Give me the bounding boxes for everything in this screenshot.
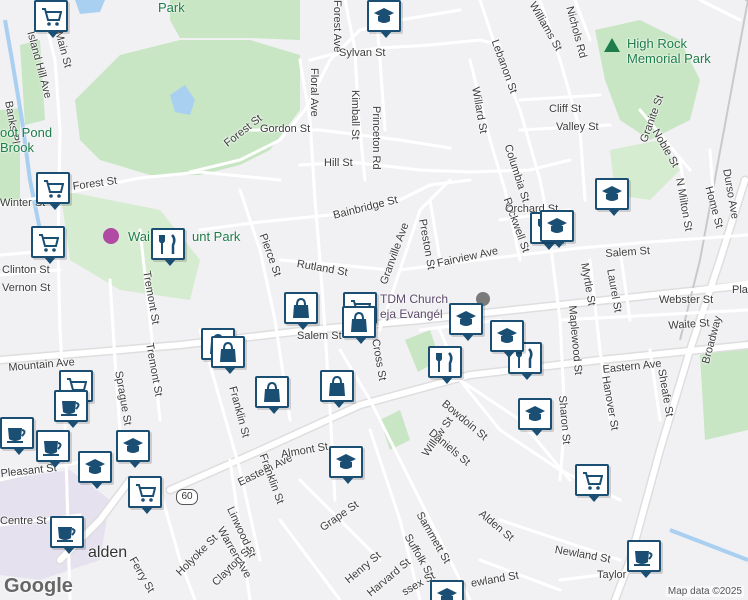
school-icon (497, 328, 517, 343)
park-label: Wai (128, 229, 150, 244)
shopping-bag-icon (293, 297, 309, 318)
street-label: Kimball St (349, 90, 361, 140)
park-label: Park (158, 0, 185, 15)
route-shield: 60 (176, 489, 198, 505)
school-icon (547, 218, 567, 233)
restaurant-icon (436, 352, 453, 372)
shopping-bag-icon (220, 341, 236, 362)
school-marker[interactable] (430, 580, 464, 600)
street-label: Floral Ave (308, 68, 320, 117)
coffee-icon (634, 551, 653, 566)
street-label: Princeton Rd (370, 106, 382, 170)
street-label: Valley St (556, 121, 599, 133)
shopping-bag-marker[interactable] (211, 336, 245, 374)
cart-icon (39, 234, 59, 252)
coffee-marker[interactable] (36, 430, 70, 468)
coffee-icon (61, 401, 80, 416)
cart-marker[interactable] (31, 226, 65, 264)
street-label: Sylvan St (339, 47, 386, 59)
street-label: Pla (732, 284, 748, 296)
camera-icon (103, 228, 119, 244)
park-label: unt Park (192, 229, 241, 244)
shopping-bag-marker[interactable] (284, 292, 318, 330)
street-label: Taylor (597, 569, 627, 581)
park-area (170, 0, 300, 40)
park-label: oot Pond Brook (0, 125, 53, 155)
street-label: Webster St (659, 294, 714, 306)
cart-marker[interactable] (575, 464, 609, 502)
shopping-bag-marker[interactable] (255, 376, 289, 414)
street-label: Vernon St (2, 282, 51, 294)
shopping-bag-icon (329, 375, 345, 396)
school-icon (437, 588, 457, 600)
school-marker[interactable] (595, 178, 629, 216)
school-marker[interactable] (367, 0, 401, 38)
coffee-marker[interactable] (54, 390, 88, 428)
school-icon (336, 454, 356, 469)
school-marker[interactable] (490, 320, 524, 358)
school-icon (525, 406, 545, 421)
place-label: alden (88, 544, 128, 561)
coffee-icon (43, 441, 62, 456)
street-label: Centre St (0, 515, 47, 527)
map-canvas[interactable]: Forest Ave Sylvan St Floral Ave Kimball … (0, 0, 748, 600)
water-body (669, 528, 748, 562)
school-marker[interactable] (449, 303, 483, 341)
coffee-marker[interactable] (0, 417, 34, 455)
poi-label: TDM Church (380, 292, 449, 306)
street-label: Hill St (324, 157, 353, 169)
school-icon (85, 459, 105, 474)
coffee-marker[interactable] (50, 516, 84, 554)
shopping-bag-icon (264, 381, 280, 402)
coffee-marker[interactable] (627, 540, 661, 578)
cart-icon (583, 472, 603, 490)
school-icon (456, 311, 476, 326)
park-label: High Rock Memorial Park (627, 36, 711, 66)
school-marker[interactable] (78, 451, 112, 489)
school-icon (374, 8, 394, 23)
shopping-bag-icon (351, 311, 367, 332)
school-marker[interactable] (540, 210, 574, 248)
restaurant-icon (159, 234, 176, 254)
cart-marker[interactable] (34, 0, 68, 38)
street-label: Gordon St (260, 123, 311, 135)
school-marker[interactable] (116, 430, 150, 468)
coffee-icon (7, 428, 26, 443)
school-marker[interactable] (329, 446, 363, 484)
cart-marker[interactable] (36, 172, 70, 210)
poi-label: eja Evangél (380, 307, 443, 321)
restaurant-marker[interactable] (428, 346, 462, 384)
street-label: Forest Ave (331, 0, 343, 53)
water-body (75, 0, 105, 14)
school-marker[interactable] (518, 398, 552, 436)
cart-icon (44, 180, 64, 198)
cart-icon (42, 8, 62, 26)
shopping-bag-marker[interactable] (342, 306, 376, 344)
restaurant-marker[interactable] (151, 228, 185, 266)
google-logo[interactable]: Google (4, 575, 73, 598)
cart-marker[interactable] (128, 476, 162, 514)
shopping-bag-marker[interactable] (320, 370, 354, 408)
school-icon (602, 186, 622, 201)
cart-icon (136, 484, 156, 502)
tree-icon (604, 38, 620, 52)
school-icon (123, 438, 143, 453)
street-label: Cliff St (549, 103, 582, 115)
street-label: Salem St (297, 330, 342, 342)
map-attribution[interactable]: Map data ©2025 (665, 586, 744, 597)
coffee-icon (57, 527, 76, 542)
street-label: Clinton St (2, 264, 50, 276)
